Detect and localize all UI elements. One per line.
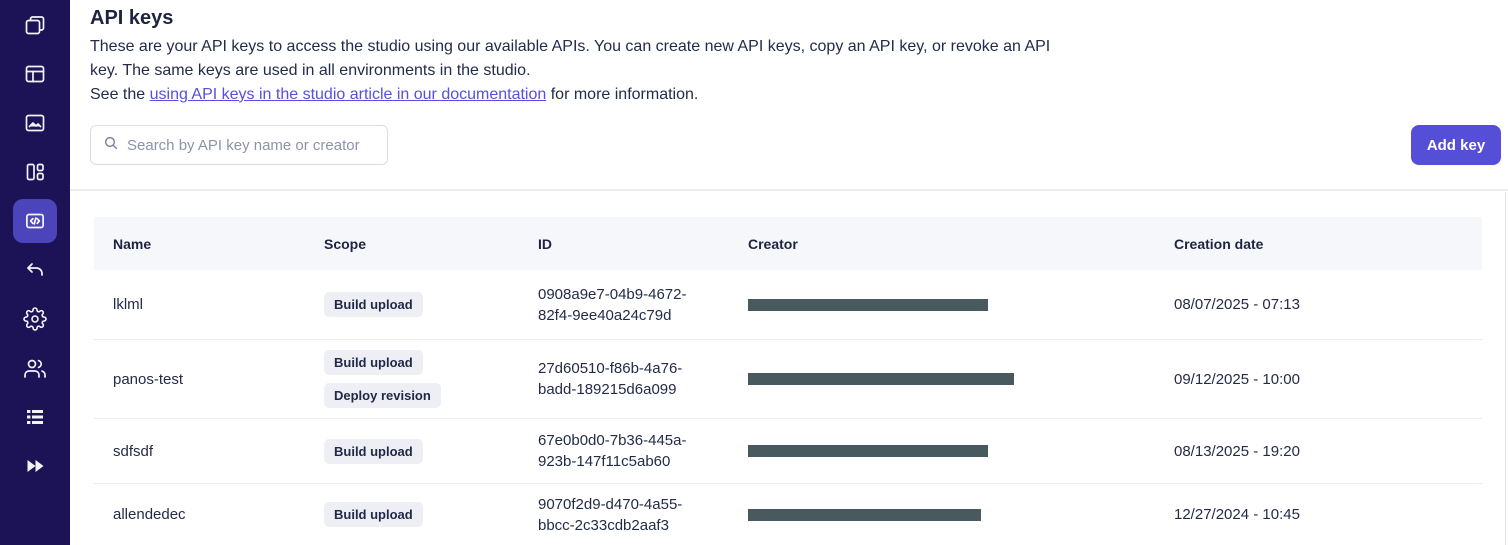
- creator-redaction-bar: [748, 298, 988, 311]
- page-title: API keys: [90, 7, 174, 29]
- search-icon: [103, 135, 119, 156]
- api-key-name: allendedec: [113, 506, 186, 523]
- scope-badge: Build upload: [324, 350, 423, 375]
- sidebar-item-settings[interactable]: [0, 294, 70, 343]
- creation-date: 08/13/2025 - 19:20: [1174, 442, 1300, 460]
- sidebar-item-layers[interactable]: [0, 0, 70, 49]
- scope-badge: Build upload: [324, 438, 423, 464]
- fast-forward-icon: [23, 454, 47, 478]
- list-icon: [23, 405, 47, 429]
- main-content: API keys These are your API keys to acce…: [70, 0, 1508, 545]
- creator-cell: [748, 373, 1174, 385]
- undo-arrow-icon: [23, 258, 47, 282]
- scope-cell: Build upload: [324, 502, 538, 527]
- api-key-name: lklml: [113, 296, 143, 313]
- layers-icon: [23, 13, 47, 37]
- sidebar: [0, 0, 70, 545]
- see-prefix: See the: [90, 86, 150, 103]
- column-header-creator: Creator: [748, 235, 798, 252]
- table-header-row: Name Scope ID Creator Creation date: [94, 217, 1482, 270]
- creator-cell: [748, 298, 1174, 311]
- creator-cell: [748, 508, 1174, 521]
- documentation-link[interactable]: using API keys in the studio article in …: [150, 86, 547, 103]
- page-description: These are your API keys to access the st…: [90, 38, 1051, 79]
- api-key-id: 0908a9e7-04b9-4672- 82f4-9ee40a24c79d: [538, 285, 687, 324]
- sidebar-item-media[interactable]: [0, 98, 70, 147]
- scope-cell: Build upload Deploy revision: [324, 350, 538, 408]
- api-key-id: 9070f2d9-d470-4a55- bbcc-2c33cdb2aaf3: [538, 495, 683, 534]
- column-header-creation-date: Creation date: [1174, 235, 1264, 252]
- users-icon: [23, 356, 47, 380]
- sidebar-item-fast-forward[interactable]: [0, 441, 70, 490]
- scope-badge: Build upload: [324, 292, 423, 317]
- api-keys-table: Name Scope ID Creator Creation date lklm…: [94, 217, 1482, 545]
- creation-date: 08/07/2025 - 07:13: [1174, 296, 1300, 313]
- scrollbar-track[interactable]: [1505, 192, 1506, 545]
- search-box[interactable]: [90, 125, 388, 165]
- creator-redaction-bar: [748, 373, 1014, 385]
- page-header: API keys These are your API keys to acce…: [70, 0, 1508, 191]
- column-header-scope: Scope: [324, 235, 367, 252]
- api-key-name: sdfsdf: [113, 442, 154, 460]
- sidebar-item-dashboard[interactable]: [0, 147, 70, 196]
- sidebar-item-list[interactable]: [0, 392, 70, 441]
- sidebar-item-layout[interactable]: [0, 49, 70, 98]
- documentation-line: See the using API keys in the studio art…: [90, 83, 1508, 107]
- column-header-name: Name: [113, 235, 152, 252]
- scope-badge: Deploy revision: [324, 383, 441, 408]
- creator-redaction-bar: [748, 508, 981, 521]
- active-item-highlight: [13, 198, 57, 243]
- image-icon: [23, 111, 47, 135]
- add-key-button[interactable]: Add key: [1411, 125, 1501, 165]
- sidebar-item-api-keys[interactable]: [0, 196, 70, 245]
- code-icon: [22, 208, 48, 234]
- creation-date: 12/27/2024 - 10:45: [1174, 506, 1300, 523]
- scope-cell: Build upload: [324, 438, 538, 464]
- dashboard-icon: [23, 160, 47, 184]
- table-row: lklml Build upload 0908a9e7-04b9-4672- 8…: [94, 270, 1482, 339]
- table-row: allendedec Build upload 9070f2d9-d470-4a…: [94, 483, 1482, 545]
- table-row: panos-test Build upload Deploy revision …: [94, 339, 1482, 418]
- scope-cell: Build upload: [324, 292, 538, 317]
- api-key-id: 67e0b0d0-7b36-445a- 923b-147f11c5ab60: [538, 432, 687, 470]
- sidebar-item-undo[interactable]: [0, 245, 70, 294]
- sidebar-item-users[interactable]: [0, 343, 70, 392]
- creation-date: 09/12/2025 - 10:00: [1174, 370, 1300, 388]
- creator-cell: [748, 445, 1174, 457]
- api-key-id: 27d60510-f86b-4a76- badd-189215d6a099: [538, 360, 683, 398]
- search-input[interactable]: [127, 136, 375, 154]
- browser-layout-icon: [23, 62, 47, 86]
- api-key-name: panos-test: [113, 370, 184, 388]
- see-suffix: for more information.: [546, 86, 699, 103]
- table-row: sdfsdf Build upload 67e0b0d0-7b36-445a- …: [94, 418, 1482, 483]
- column-header-id: ID: [538, 235, 552, 252]
- creator-redaction-bar: [748, 445, 988, 457]
- settings-gear-icon: [23, 306, 47, 331]
- scope-badge: Build upload: [324, 502, 423, 527]
